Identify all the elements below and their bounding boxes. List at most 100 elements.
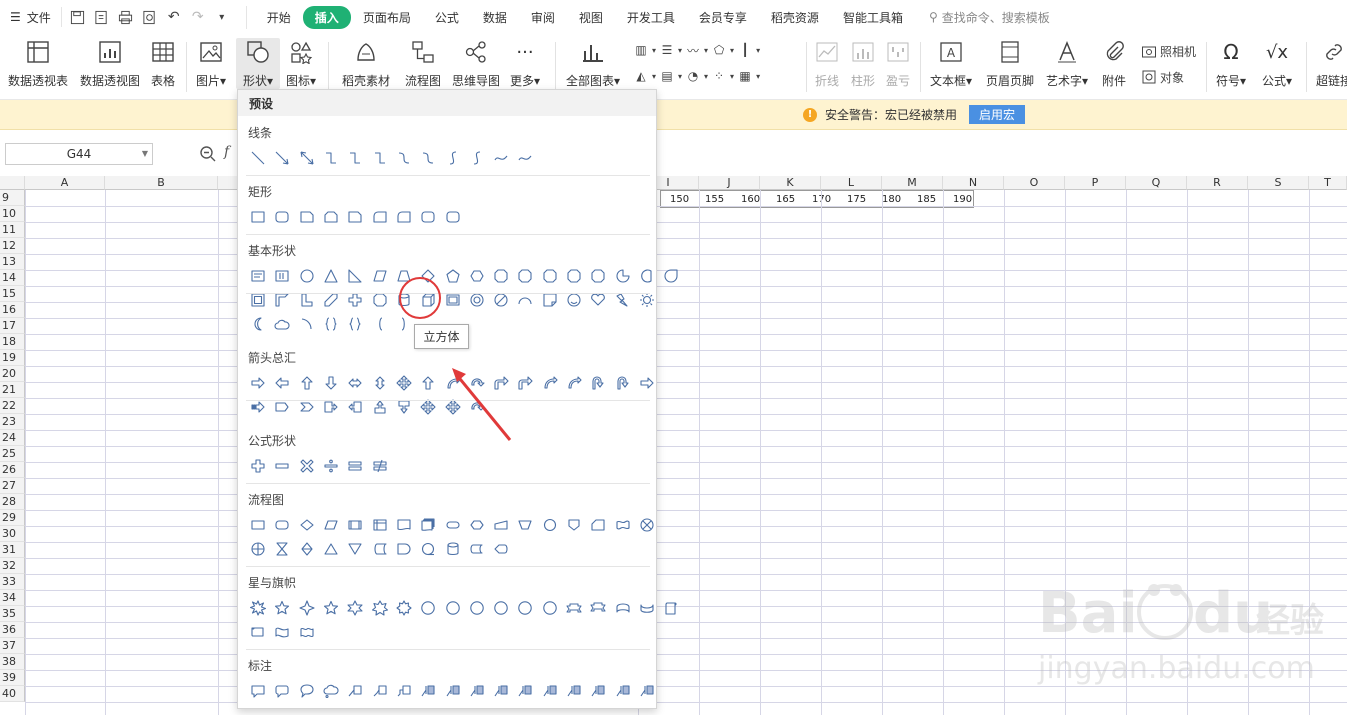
shape-accent1-icon[interactable] — [465, 681, 489, 701]
shape-tear-icon[interactable] — [659, 266, 683, 286]
shape-burst-icon[interactable] — [246, 598, 270, 618]
shape-hex-icon[interactable] — [465, 266, 489, 286]
shape-sn-icon[interactable] — [465, 598, 489, 618]
shape-ua-icon[interactable] — [295, 373, 319, 393]
column-header-m[interactable]: M — [882, 176, 943, 190]
row-header[interactable]: 38 — [0, 654, 25, 670]
column-header-b[interactable]: B — [105, 176, 218, 190]
shape-elbow-icon[interactable] — [367, 148, 391, 168]
bar-chart-icon[interactable]: ☰ — [658, 41, 676, 59]
row-header[interactable]: 11 — [0, 222, 25, 238]
tab-developer[interactable]: 开发工具 — [615, 6, 687, 29]
shape-ribbon-icon[interactable] — [562, 598, 586, 618]
shape-button[interactable]: 形状▾ — [236, 38, 280, 89]
shape-arrow-icon[interactable] — [270, 148, 294, 168]
row-header[interactable]: 19 — [0, 350, 25, 366]
shape-dasd-icon[interactable] — [465, 539, 489, 559]
row-header[interactable]: 28 — [0, 494, 25, 510]
column-header-p[interactable]: P — [1065, 176, 1126, 190]
row-header[interactable]: 39 — [0, 670, 25, 686]
shape-eq-icon[interactable] — [343, 456, 367, 476]
row-header[interactable]: 23 — [0, 414, 25, 430]
tab-review[interactable]: 审阅 — [519, 6, 567, 29]
shape-num-icon[interactable] — [489, 266, 513, 286]
camera-button[interactable]: 照相机 — [1140, 42, 1196, 60]
shape-num-icon[interactable] — [538, 266, 562, 286]
shape-accent1-icon[interactable] — [513, 681, 537, 701]
row-header[interactable]: 35 — [0, 606, 25, 622]
command-search[interactable]: ⚲ 查找命令、搜索模板 — [929, 9, 1050, 26]
shape-plus-icon[interactable] — [246, 456, 270, 476]
save-icon[interactable] — [68, 7, 88, 27]
shape-curve-icon[interactable] — [392, 148, 416, 168]
more-button[interactable]: ··· 更多▾ — [510, 38, 540, 89]
tab-formulas[interactable]: 公式 — [423, 6, 471, 29]
column-chart-icon[interactable]: ▥ — [632, 41, 650, 59]
shape-extr-icon[interactable] — [319, 539, 343, 559]
shape-round1-icon[interactable] — [367, 207, 391, 227]
combo-chart-icon[interactable]: ▤ — [658, 67, 676, 85]
tab-daoke[interactable]: 稻壳资源 — [759, 6, 831, 29]
shape-accent1-icon[interactable] — [562, 681, 586, 701]
shape-rrect-icon[interactable] — [440, 207, 464, 227]
shape-text-icon[interactable] — [246, 266, 270, 286]
table-button[interactable]: 表格 — [150, 38, 176, 89]
shape-snip-icon[interactable] — [295, 207, 319, 227]
shape-accent2-icon[interactable] — [489, 681, 513, 701]
shape-star8-icon[interactable] — [392, 598, 416, 618]
shape-tri-icon[interactable] — [319, 266, 343, 286]
pivot-chart-button[interactable]: 数据透视图 — [80, 38, 140, 89]
shape-crrect-icon[interactable] — [270, 681, 294, 701]
shape-rrect-icon[interactable] — [416, 207, 440, 227]
shape-quad-icon[interactable] — [392, 373, 416, 393]
shape-eribbon2-icon[interactable] — [635, 598, 659, 618]
sparkline-winloss-button[interactable]: 盈亏 — [885, 38, 911, 89]
shape-div-icon[interactable] — [319, 456, 343, 476]
select-all-corner[interactable] — [0, 176, 25, 190]
shape-rect-icon[interactable] — [246, 207, 270, 227]
radar-chart-icon[interactable]: ⬠ — [710, 41, 728, 59]
zoom-icon[interactable] — [199, 145, 217, 163]
shape-curvea-icon[interactable] — [562, 373, 586, 393]
icon-button[interactable]: 图标▾ — [286, 38, 316, 89]
shape-line1-icon[interactable] — [343, 681, 367, 701]
shape-offp-icon[interactable] — [562, 515, 586, 535]
shape-cloud-icon[interactable] — [270, 314, 294, 334]
pie-chart-icon[interactable]: ◔ — [684, 67, 702, 85]
shape-utu-icon[interactable] — [610, 373, 634, 393]
shape-star5-icon[interactable] — [270, 598, 294, 618]
shape-ua-icon[interactable] — [416, 373, 440, 393]
shape-accent2-icon[interactable] — [586, 681, 610, 701]
file-menu[interactable]: ☰ 文件 — [0, 9, 61, 26]
shape-pie-icon[interactable] — [610, 266, 634, 286]
chevron-down-icon[interactable]: ▾ — [212, 7, 232, 27]
row-header[interactable]: 33 — [0, 574, 25, 590]
formula-button[interactable]: √x 公式▾ — [1262, 38, 1292, 89]
shape-wave-icon[interactable] — [270, 622, 294, 642]
shape-alt-icon[interactable] — [270, 515, 294, 535]
tab-member[interactable]: 会员专享 — [687, 6, 759, 29]
tab-page-layout[interactable]: 页面布局 — [351, 6, 423, 29]
header-footer-button[interactable]: 页眉页脚 — [986, 38, 1034, 89]
shape-snip2-icon[interactable] — [319, 207, 343, 227]
row-header[interactable]: 27 — [0, 478, 25, 494]
sparkline-line-button[interactable]: 折线 — [814, 38, 840, 89]
shape-star4-icon[interactable] — [295, 598, 319, 618]
shape-sdata-icon[interactable] — [367, 539, 391, 559]
attachment-button[interactable]: 附件 — [1101, 38, 1127, 89]
stock-chart-icon[interactable]: ┃ — [736, 41, 754, 59]
shape-round1-icon[interactable] — [392, 207, 416, 227]
shape-scurve-icon[interactable] — [440, 148, 464, 168]
chevron-down-icon[interactable]: ▼ — [142, 149, 148, 158]
shape-coval-icon[interactable] — [295, 681, 319, 701]
tab-home[interactable]: 开始 — [255, 6, 303, 29]
column-header-o[interactable]: O — [1004, 176, 1065, 190]
shape-data-icon[interactable] — [319, 515, 343, 535]
tab-smart-tools[interactable]: 智能工具箱 — [831, 6, 915, 29]
shape-accent1-icon[interactable] — [610, 681, 634, 701]
shape-pent-icon[interactable] — [440, 266, 464, 286]
shape-curve-icon[interactable] — [416, 148, 440, 168]
column-header-q[interactable]: Q — [1126, 176, 1187, 190]
column-header-a[interactable]: A — [25, 176, 105, 190]
shape-pred-icon[interactable] — [343, 515, 367, 535]
